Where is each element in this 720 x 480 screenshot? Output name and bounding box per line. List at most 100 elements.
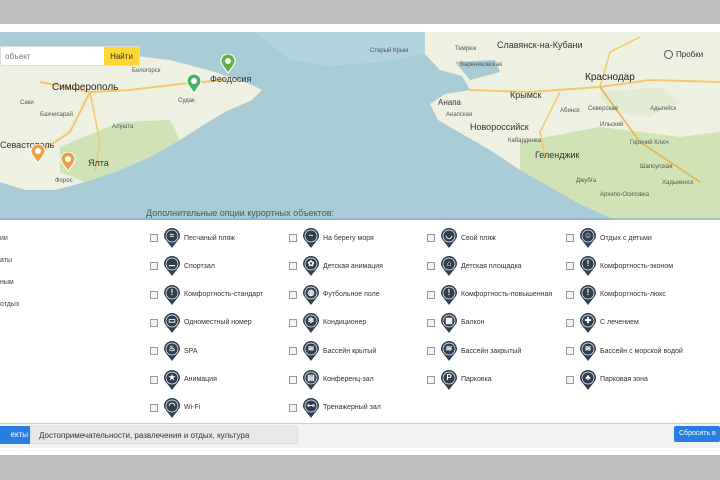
reset-button[interactable]: Сбросить в	[674, 426, 720, 442]
option-checkbox[interactable]	[427, 318, 435, 327]
map-label-small: Старый Крым	[370, 48, 409, 54]
search-input[interactable]	[1, 47, 104, 65]
option-label: Анимация	[184, 376, 217, 383]
sidebar-item[interactable]: аты	[0, 257, 12, 264]
map-label-small: Северская	[588, 106, 618, 112]
option-item[interactable]: ▦ Балкон	[427, 312, 484, 334]
option-checkbox[interactable]	[289, 375, 297, 384]
traffic-toggle[interactable]: Пробки	[664, 50, 703, 59]
map-pin-orange-icon[interactable]	[60, 152, 76, 172]
option-checkbox[interactable]	[566, 234, 574, 242]
option-item[interactable]: ~ На берегу моря	[289, 227, 374, 249]
search-button[interactable]: Найти	[104, 47, 139, 65]
park-icon: ♣	[579, 369, 597, 391]
option-item[interactable]: ✚ С лечением	[566, 312, 639, 334]
option-checkbox[interactable]	[427, 347, 435, 356]
option-checkbox[interactable]	[289, 290, 297, 299]
option-checkbox[interactable]	[427, 262, 435, 271]
option-label: Комфортность-повышенная	[461, 291, 553, 299]
conference-icon: ▤	[302, 369, 320, 391]
option-checkbox[interactable]	[566, 290, 574, 299]
option-item[interactable]: ! Комфортность-эконом	[566, 255, 673, 277]
map-label-yalta: Ялта	[88, 158, 109, 168]
map-pin-green-icon[interactable]	[186, 74, 202, 94]
option-item[interactable]: ⌂ Детская площадка	[427, 255, 522, 277]
option-item[interactable]: ☺ Отдых с детьми	[566, 227, 652, 249]
option-checkbox[interactable]	[289, 403, 297, 412]
option-item[interactable]: ▭ Одноместный номер	[150, 312, 252, 334]
map-label-small: Белогорск	[132, 68, 161, 74]
comfort-standard-icon: !	[163, 284, 181, 306]
option-label: Детская анимация	[323, 262, 383, 270]
option-checkbox[interactable]	[566, 262, 574, 271]
option-checkbox[interactable]	[566, 318, 574, 327]
playground-icon: ⌂	[440, 255, 458, 277]
option-item[interactable]: ⊷ Тренажерный зал	[289, 397, 381, 419]
map-label-sevastopol: Севастополь	[0, 140, 55, 150]
option-item[interactable]: ! Комфортность-люкс	[566, 284, 666, 306]
option-item[interactable]: ◡ Свой пляж	[427, 227, 496, 249]
map[interactable]: Симферополь Краснодар Славянск-на-Кубани…	[0, 32, 720, 220]
option-label: Футбольное поле	[323, 291, 380, 299]
option-item[interactable]: ◍ Футбольное поле	[289, 284, 380, 306]
option-checkbox[interactable]	[150, 234, 158, 242]
balcony-icon: ▦	[440, 312, 458, 334]
tab-sights[interactable]: Достопримечательности, развлечения и отд…	[30, 426, 298, 444]
option-item[interactable]: ≋ Бассейн с морской водой	[566, 340, 683, 362]
option-checkbox[interactable]	[150, 290, 158, 299]
option-checkbox[interactable]	[427, 290, 435, 299]
map-label-small: Архипо-Осиповка	[600, 192, 650, 198]
fitness-icon: ⊷	[302, 397, 320, 419]
option-item[interactable]: P Парковка	[427, 369, 492, 391]
tab-objects[interactable]: екты	[0, 426, 30, 444]
option-item[interactable]: ✿ Детская анимация	[289, 255, 383, 277]
option-item[interactable]: ! Комфортность-стандарт	[150, 284, 263, 306]
option-label: Спортзал	[184, 262, 215, 270]
option-label: Балкон	[461, 319, 485, 327]
option-item[interactable]: ♨ SPA	[150, 340, 198, 362]
option-item[interactable]: ≋ Бассейн крытый	[289, 340, 376, 362]
option-checkbox[interactable]	[289, 262, 297, 271]
option-label: Комфортность-люкс	[600, 291, 666, 299]
map-label-small: Саки	[20, 100, 34, 106]
option-checkbox[interactable]	[150, 375, 158, 384]
map-label-small: Шапсугская	[640, 164, 673, 170]
option-checkbox[interactable]	[566, 375, 574, 384]
option-label: SPA	[184, 347, 198, 355]
option-item[interactable]: ◠ Wi-Fi	[150, 397, 200, 419]
wifi-icon: ◠	[163, 397, 181, 419]
comfort-lux-icon: !	[579, 284, 597, 306]
option-checkbox[interactable]	[150, 262, 158, 271]
option-checkbox[interactable]	[427, 234, 435, 242]
aircon-icon: ❄	[302, 312, 320, 334]
option-item[interactable]: ❄ Кондиционер	[289, 312, 366, 334]
map-label-anapa: Анапа	[438, 98, 461, 107]
option-checkbox[interactable]	[150, 318, 158, 327]
option-checkbox[interactable]	[289, 347, 297, 356]
option-item[interactable]: ⚊ Спортзал	[150, 255, 215, 277]
gym-icon: ⚊	[163, 255, 181, 277]
sidebar-item[interactable]: ии	[0, 235, 8, 242]
map-pin-green-icon[interactable]	[220, 54, 236, 74]
sidebar-item[interactable]: ным	[0, 279, 14, 286]
map-pin-orange-icon[interactable]	[30, 144, 46, 164]
map-label-gelendzhik: Геленджик	[535, 150, 580, 160]
option-item[interactable]: ≈ Песчаный пляж	[150, 227, 235, 249]
sidebar-item[interactable]: отдых	[0, 301, 19, 308]
option-checkbox[interactable]	[150, 403, 158, 412]
map-label-feodosia: Феодосия	[210, 74, 252, 84]
option-checkbox[interactable]	[566, 347, 574, 356]
option-label: Детская площадка	[461, 262, 522, 270]
option-item[interactable]: ★ Анимация	[150, 369, 217, 391]
option-item[interactable]: ≋ Бассейн закрытый	[427, 340, 521, 362]
option-checkbox[interactable]	[289, 234, 297, 242]
option-checkbox[interactable]	[150, 347, 158, 356]
option-item[interactable]: ♣ Парковая зона	[566, 369, 648, 391]
option-item[interactable]: ▤ Конференц-зал	[289, 369, 374, 391]
option-label: Комфортность-эконом	[600, 262, 674, 270]
option-item[interactable]: ! Комфортность-повышенная	[427, 284, 552, 306]
family-icon: ☺	[579, 227, 597, 249]
map-label-krymsk: Крымск	[510, 90, 542, 100]
option-checkbox[interactable]	[289, 318, 297, 327]
option-checkbox[interactable]	[427, 375, 435, 384]
